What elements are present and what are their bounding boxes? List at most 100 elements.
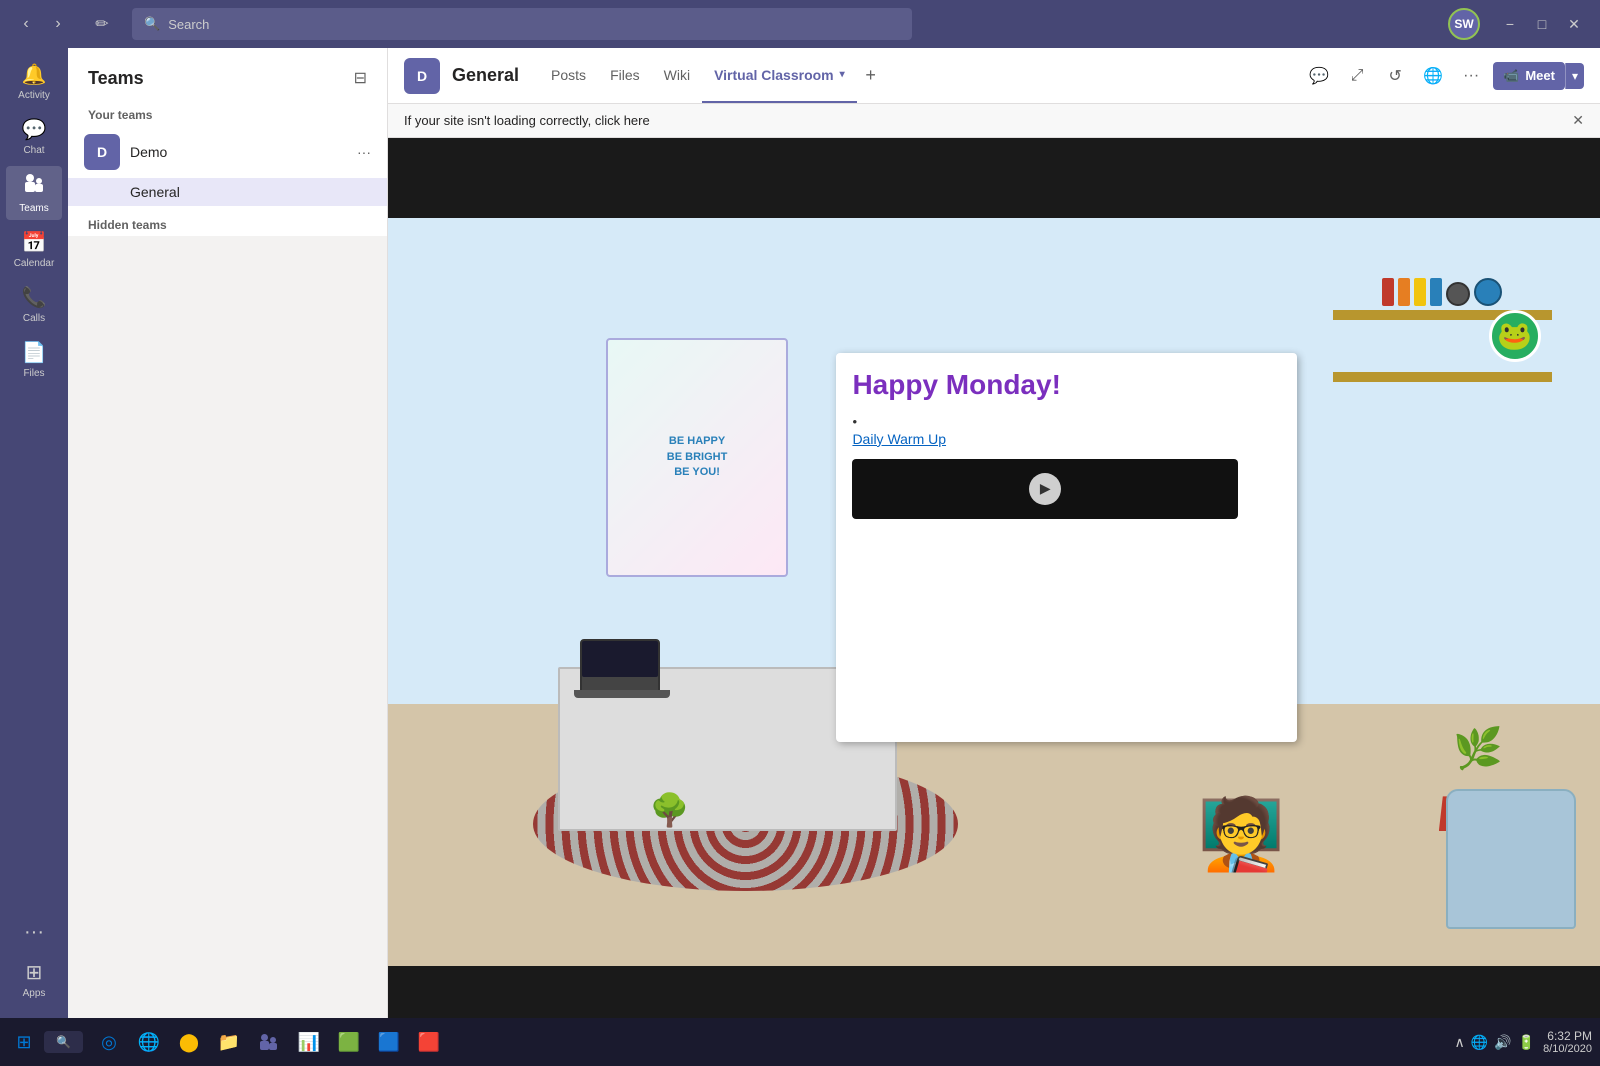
laptop-keyboard (574, 690, 670, 698)
globe-decoration (1474, 278, 1502, 306)
taskbar-app-green[interactable]: 🟩 (331, 1024, 367, 1060)
main-layout: 🔔 Activity 💬 Chat Teams 📅 Calendar 📞 Cal… (0, 48, 1600, 1066)
sidebar-item-activity[interactable]: 🔔 Activity (6, 56, 62, 107)
taskbar-speaker-icon[interactable]: 🔊 (1494, 1034, 1511, 1051)
channel-name: General (452, 65, 519, 86)
taskbar-app-edge[interactable]: 🌐 (131, 1024, 167, 1060)
conversation-button[interactable]: 💬 (1303, 60, 1335, 92)
windows-logo-icon: ⊞ (16, 1032, 31, 1053)
taskbar-app-red[interactable]: 🟥 (411, 1024, 447, 1060)
tab-posts[interactable]: Posts (539, 48, 598, 103)
video-thumbnail[interactable]: ▶ (852, 459, 1238, 519)
shelf-board-bottom (1333, 372, 1551, 382)
search-icon: 🔍 (144, 16, 160, 32)
taskbar-app-blue[interactable]: 🟦 (371, 1024, 407, 1060)
team-avatar-demo: D (84, 134, 120, 170)
header-actions: 💬 ⤢ ↺ 🌐 ··· 📹 Meet ▾ (1303, 60, 1584, 92)
shelf-items-top (1333, 278, 1551, 306)
calls-icon: 📞 (22, 285, 47, 310)
taskbar-search[interactable]: 🔍 (44, 1031, 83, 1053)
edit-button[interactable]: ✏ (88, 10, 116, 38)
taskbar-app-explorer[interactable]: 📁 (211, 1024, 247, 1060)
video-camera-icon: 📹 (1503, 68, 1519, 84)
whiteboard: Happy Monday! • Daily Warm Up ▶ (836, 353, 1297, 742)
poster: BE HAPPY BE BRIGHT BE YOU! (606, 338, 788, 577)
globe-button[interactable]: 🌐 (1417, 60, 1449, 92)
notification-close-button[interactable]: ✕ (1572, 112, 1584, 129)
refresh-button[interactable]: ↺ (1379, 60, 1411, 92)
content-area: BE HAPPY BE BRIGHT BE YOU! 🌳 (388, 138, 1600, 1066)
titlebar-nav: ‹ › (12, 10, 72, 38)
chat-icon: 💬 (22, 117, 47, 142)
slide-content: BE HAPPY BE BRIGHT BE YOU! 🌳 (388, 218, 1600, 966)
activity-icon: 🔔 (22, 62, 47, 87)
book-orange (1398, 278, 1410, 306)
add-tab-button[interactable]: + (857, 62, 885, 90)
book-blue (1430, 278, 1442, 306)
window-controls: − □ ✕ (1496, 10, 1588, 38)
channel-team-avatar: D (404, 58, 440, 94)
maximize-button[interactable]: □ (1528, 10, 1556, 38)
hidden-teams-label: Hidden teams (68, 206, 387, 236)
tab-wiki[interactable]: Wiki (652, 48, 702, 103)
taskbar-time: 6:32 PM (1543, 1029, 1592, 1043)
teacher-avatar: 🧑‍🏫 (1198, 794, 1285, 876)
tab-virtual-classroom[interactable]: Virtual Classroom ▾ (702, 48, 857, 103)
teams-icon (23, 172, 45, 200)
book-red (1382, 278, 1394, 306)
search-bar[interactable]: 🔍 Search (132, 8, 912, 40)
your-teams-label: Your teams (68, 100, 387, 126)
sidebar-item-files[interactable]: 📄 Files (6, 334, 62, 385)
titlebar: ‹ › ✏ 🔍 Search SW − □ ✕ (0, 0, 1600, 48)
team-name-demo: Demo (130, 144, 347, 160)
plant-leaves: 🌿 (1453, 725, 1503, 772)
meet-button[interactable]: 📹 Meet (1493, 62, 1565, 90)
popout-button[interactable]: ⤢ (1341, 60, 1373, 92)
sidebar-item-calls[interactable]: 📞 Calls (6, 279, 62, 330)
main-content: D General Posts Files Wiki Virtual Class… (388, 48, 1600, 1066)
daily-warmup-link[interactable]: Daily Warm Up (852, 431, 1281, 447)
forward-button[interactable]: › (44, 10, 72, 38)
taskbar-clock[interactable]: 6:32 PM 8/10/2020 (1543, 1029, 1592, 1055)
left-rail: 🔔 Activity 💬 Chat Teams 📅 Calendar 📞 Cal… (0, 48, 68, 1066)
taskbar-app-teams[interactable] (251, 1024, 287, 1060)
taskbar-search-icon: 🔍 (56, 1035, 71, 1049)
taskbar-app-chrome[interactable]: ⬤ (171, 1024, 207, 1060)
sidebar-item-calendar[interactable]: 📅 Calendar (6, 224, 62, 275)
calls-label: Calls (23, 313, 45, 324)
team-item-demo[interactable]: D Demo ··· (68, 126, 387, 178)
taskbar-network-icon[interactable]: 🌐 (1471, 1034, 1488, 1051)
black-bar-bottom (388, 966, 1600, 1026)
play-button-icon[interactable]: ▶ (1029, 473, 1061, 505)
user-avatar[interactable]: SW (1448, 8, 1480, 40)
sidebar-item-teams[interactable]: Teams (6, 166, 62, 220)
filter-button[interactable]: ⊟ (350, 64, 371, 92)
apps-label: Apps (23, 988, 46, 999)
sidebar-item-more[interactable]: ··· (6, 915, 62, 950)
team-more-button[interactable]: ··· (357, 144, 371, 160)
meet-dropdown-button[interactable]: ▾ (1565, 63, 1584, 89)
tab-files[interactable]: Files (598, 48, 652, 103)
taskbar-up-arrow[interactable]: ∧ (1455, 1034, 1465, 1051)
apps-icon: ⊞ (26, 960, 43, 985)
clock-decoration (1446, 282, 1470, 306)
more-actions-button[interactable]: ··· (1455, 60, 1487, 92)
close-button[interactable]: ✕ (1560, 10, 1588, 38)
chat-label: Chat (23, 145, 44, 156)
sidebar-item-chat[interactable]: 💬 Chat (6, 111, 62, 162)
channel-item-general[interactable]: General (68, 178, 387, 206)
laptop-screen (582, 641, 658, 677)
start-button[interactable]: ⊞ (8, 1026, 40, 1058)
more-icon: ··· (24, 921, 44, 944)
taskbar-battery-icon[interactable]: 🔋 (1518, 1034, 1535, 1051)
black-bar-top (388, 138, 1600, 218)
minimize-button[interactable]: − (1496, 10, 1524, 38)
poster-text: BE HAPPY BE BRIGHT BE YOU! (667, 434, 728, 480)
taskbar-app-powerpoint[interactable]: 📊 (291, 1024, 327, 1060)
back-button[interactable]: ‹ (12, 10, 40, 38)
teams-label: Teams (19, 203, 48, 214)
sidebar-item-apps[interactable]: ⊞ Apps (6, 954, 62, 1005)
activity-label: Activity (18, 90, 50, 101)
taskbar-app-cortana[interactable]: ◎ (91, 1024, 127, 1060)
meet-group: 📹 Meet ▾ (1493, 62, 1584, 90)
